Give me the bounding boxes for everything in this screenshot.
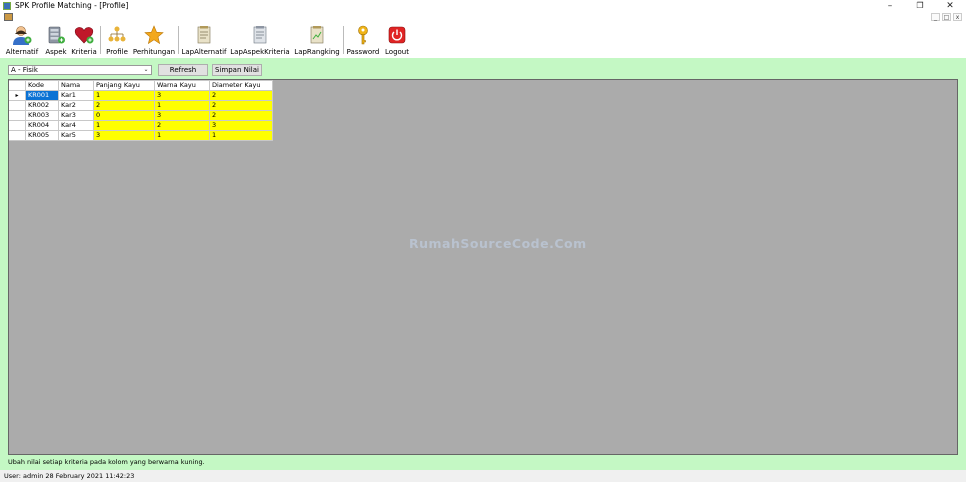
- table-cell[interactable]: KR003: [25, 110, 59, 121]
- save-values-button[interactable]: Simpan Nilai: [212, 64, 262, 76]
- aspek-select-value: A - Fisik: [11, 66, 38, 74]
- report-icon: [253, 26, 267, 44]
- restore-icon[interactable]: ❐: [905, 0, 935, 12]
- mdi-restore-icon[interactable]: □: [942, 13, 951, 21]
- table-cell[interactable]: Kar4: [58, 120, 94, 131]
- refresh-button[interactable]: Refresh: [158, 64, 208, 76]
- profile-table[interactable]: Kode Nama Panjang Kayu Warna Kayu Diamet…: [9, 80, 273, 141]
- table-cell[interactable]: KR004: [25, 120, 59, 131]
- profile-grid[interactable]: Kode Nama Panjang Kayu Warna Kayu Diamet…: [8, 79, 958, 455]
- key-icon: [358, 25, 368, 45]
- star-icon: [144, 25, 164, 45]
- window-title: SPK Profile Matching - [Profile]: [15, 1, 129, 10]
- database-add-icon: [48, 26, 65, 44]
- column-header[interactable]: Diameter Kayu: [209, 80, 273, 91]
- toolbar-label: LapRangking: [294, 48, 340, 56]
- hint-label: Ubah nilai setiap kriteria pada kolom ya…: [8, 458, 205, 466]
- editable-cell[interactable]: 3: [93, 130, 155, 141]
- table-cell[interactable]: Kar5: [58, 130, 94, 141]
- toolbar-label: LapAspekKriteria: [230, 48, 290, 56]
- table-cell[interactable]: KR001: [25, 90, 59, 101]
- watermark-text: RumahSourceCode.Com: [409, 236, 587, 251]
- row-header[interactable]: [9, 100, 26, 111]
- toolbar-lapaspekkriteria-button[interactable]: LapAspekKriteria: [230, 24, 290, 57]
- toolbar-kriteria-button[interactable]: Kriteria: [70, 24, 98, 57]
- chevron-down-icon[interactable]: ⌄: [141, 66, 151, 74]
- row-header[interactable]: [9, 120, 26, 131]
- toolbar-alternatif-button[interactable]: Alternatif: [4, 24, 40, 57]
- toolbar-separator: [100, 26, 101, 54]
- editable-cell[interactable]: 2: [209, 90, 273, 101]
- toolbar-label: Kriteria: [71, 48, 97, 56]
- column-header[interactable]: Warna Kayu: [154, 80, 210, 91]
- column-header[interactable]: Nama: [58, 80, 94, 91]
- mdi-minimize-icon[interactable]: _: [931, 13, 940, 21]
- status-text: User: admin 28 February 2021 11:42:23: [4, 472, 135, 480]
- toolbar-separator: [343, 26, 344, 54]
- editable-cell[interactable]: 1: [93, 90, 155, 101]
- mdi-close-icon[interactable]: x: [953, 13, 962, 21]
- close-icon[interactable]: ✕: [935, 0, 965, 12]
- table-cell[interactable]: Kar1: [58, 90, 94, 101]
- table-row[interactable]: KR005 Kar5 3 1 1: [9, 130, 273, 141]
- row-header[interactable]: [9, 130, 26, 141]
- editable-cell[interactable]: 1: [209, 130, 273, 141]
- editable-cell[interactable]: 1: [93, 120, 155, 131]
- report-icon: [197, 26, 211, 44]
- editable-cell[interactable]: 1: [154, 130, 210, 141]
- editable-cell[interactable]: 2: [93, 100, 155, 111]
- menu-strip: _ □ x: [0, 12, 966, 22]
- hierarchy-icon: [108, 26, 126, 42]
- table-row[interactable]: ▸ KR001 Kar1 1 3 2: [9, 90, 273, 101]
- toolbar-label: LapAlternatif: [181, 48, 227, 56]
- toolbar-aspek-button[interactable]: Aspek: [43, 24, 69, 57]
- toolbar-label: Logout: [385, 48, 409, 56]
- user-icon: [13, 26, 32, 45]
- editable-cell[interactable]: 1: [154, 100, 210, 111]
- heart-icon: [74, 27, 94, 44]
- toolbar-logout-button[interactable]: Logout: [383, 24, 411, 57]
- row-header[interactable]: [9, 110, 26, 121]
- table-cell[interactable]: Kar2: [58, 100, 94, 111]
- toolbar-label: Perhitungan: [132, 48, 176, 56]
- table-header-row: Kode Nama Panjang Kayu Warna Kayu Diamet…: [9, 80, 273, 91]
- toolbar-label: Password: [346, 48, 380, 56]
- editable-cell[interactable]: 2: [154, 120, 210, 131]
- main-toolbar: Alternatif Aspek Kriteria Profile Perhit…: [0, 22, 966, 59]
- toolbar-separator: [178, 26, 179, 54]
- report-icon: [310, 26, 324, 44]
- editable-cell[interactable]: 2: [209, 100, 273, 111]
- toolbar-profile-button[interactable]: Profile: [103, 24, 131, 57]
- table-row[interactable]: KR002 Kar2 2 1 2: [9, 100, 273, 111]
- current-row-indicator[interactable]: ▸: [9, 90, 26, 101]
- table-cell[interactable]: Kar3: [58, 110, 94, 121]
- toolbar-label: Aspek: [45, 48, 67, 56]
- column-header[interactable]: Panjang Kayu: [93, 80, 155, 91]
- table-row[interactable]: KR003 Kar3 0 3 2: [9, 110, 273, 121]
- toolbar-lapalternatif-button[interactable]: LapAlternatif: [181, 24, 227, 57]
- editable-cell[interactable]: 3: [154, 90, 210, 101]
- column-header[interactable]: Kode: [25, 80, 59, 91]
- status-bar: User: admin 28 February 2021 11:42:23: [0, 470, 966, 482]
- toolbar-laprangking-button[interactable]: LapRangking: [293, 24, 341, 57]
- power-icon: [388, 26, 406, 44]
- table-row[interactable]: KR004 Kar4 1 2 3: [9, 120, 273, 131]
- profile-form-panel: A - Fisik ⌄ Refresh Simpan Nilai Kode Na…: [0, 58, 966, 470]
- editable-cell[interactable]: 0: [93, 110, 155, 121]
- title-bar: SPK Profile Matching - [Profile] – ❐ ✕: [0, 0, 966, 12]
- editable-cell[interactable]: 3: [209, 120, 273, 131]
- app-icon: [3, 2, 11, 10]
- table-cell[interactable]: KR002: [25, 100, 59, 111]
- aspek-select[interactable]: A - Fisik ⌄: [8, 65, 152, 75]
- toolbar-perhitungan-button[interactable]: Perhitungan: [132, 24, 176, 57]
- toolbar-password-button[interactable]: Password: [346, 24, 380, 57]
- table-cell[interactable]: KR005: [25, 130, 59, 141]
- minimize-icon[interactable]: –: [875, 0, 905, 12]
- editable-cell[interactable]: 3: [154, 110, 210, 121]
- toolbar-label: Profile: [106, 48, 128, 56]
- row-header-corner: [9, 80, 26, 91]
- editable-cell[interactable]: 2: [209, 110, 273, 121]
- toolbar-label: Alternatif: [5, 48, 39, 56]
- mdi-child-icon[interactable]: [4, 13, 13, 21]
